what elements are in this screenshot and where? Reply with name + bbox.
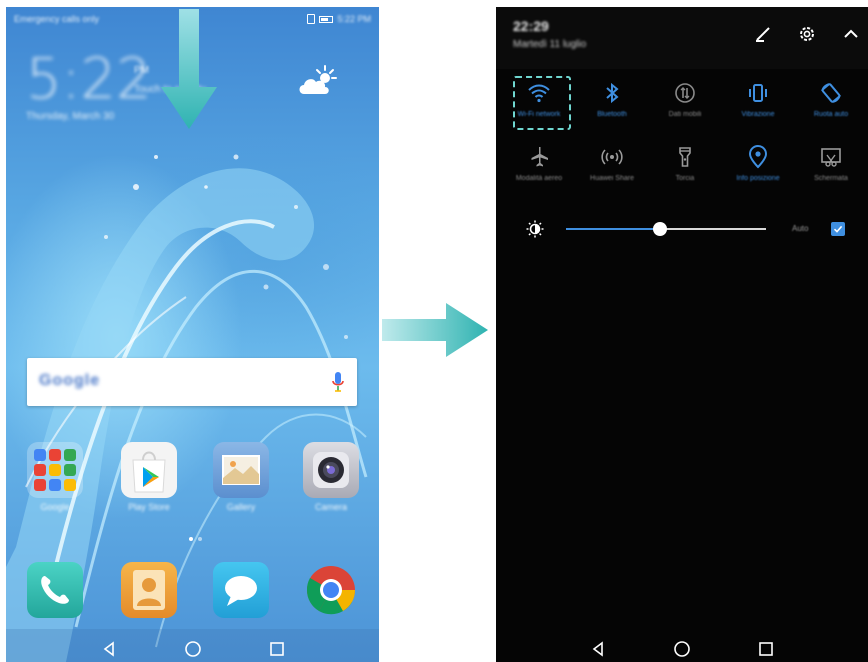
brightness-slider-thumb[interactable] [653, 222, 667, 236]
google-search-bar[interactable]: Google [27, 358, 357, 406]
carrier-text: Emergency calls only [14, 14, 100, 24]
recents-icon[interactable] [756, 639, 776, 659]
battery-icon [319, 15, 334, 23]
qs-label: Bluetooth [597, 111, 627, 118]
huawei-share-icon [601, 149, 623, 165]
back-icon[interactable] [588, 639, 608, 659]
contacts-icon [121, 562, 177, 618]
auto-brightness-checkbox[interactable] [831, 222, 845, 236]
brightness-slider[interactable] [566, 222, 766, 236]
notification-panel: 22:29 Martedì 11 luglio Wi-Fi network Bl… [496, 7, 868, 662]
recents-icon[interactable] [267, 639, 287, 659]
page-dot-active [189, 537, 193, 541]
mic-icon[interactable] [331, 370, 345, 394]
location-icon [748, 145, 768, 169]
transition-arrow [382, 303, 488, 357]
qs-tile-screenshot[interactable]: Schermata [794, 141, 868, 205]
sim-icon [307, 14, 316, 24]
phone-icon [27, 562, 83, 618]
qs-tile-mobile-data[interactable]: Dati mobili [648, 77, 722, 141]
qs-tile-auto-rotate[interactable]: Ruota auto [794, 77, 868, 141]
qs-label: Schermata [814, 175, 848, 182]
checkmark-icon [833, 225, 843, 233]
quick-settings-row: Modalità aereo Huawei Share Torcia Info … [496, 141, 868, 205]
header-date: Martedì 11 luglio [513, 39, 587, 50]
qs-label: Dati mobili [668, 111, 702, 118]
app-google-folder[interactable]: Google [27, 442, 83, 522]
partly-cloudy-icon[interactable] [298, 64, 338, 96]
messaging-icon [213, 562, 269, 618]
qs-label: Vibrazione [741, 111, 775, 118]
wifi-tile-highlight [513, 76, 571, 130]
swipe-down-arrow [161, 9, 217, 129]
qs-tile-vibration[interactable]: Vibrazione [721, 77, 795, 141]
qs-label: Ruota auto [813, 111, 849, 118]
flashlight-icon [679, 147, 691, 167]
page-dot [198, 537, 202, 541]
brightness-slider-fill [566, 228, 660, 230]
header-time: 22:29 [513, 18, 549, 34]
edit-icon[interactable] [752, 23, 774, 45]
home-screen: Emergency calls only 5:22 PM 5:22 PM Tou… [6, 7, 379, 662]
app-label: Google [40, 502, 70, 512]
back-icon[interactable] [99, 639, 119, 659]
mobile-data-icon [675, 83, 695, 103]
page-indicator [189, 537, 202, 541]
airplane-icon [531, 147, 548, 167]
brightness-icon [526, 220, 544, 238]
qs-tile-location[interactable]: Info posizione [721, 141, 795, 205]
qs-label: Huawei Share [590, 175, 634, 182]
chrome-icon [303, 562, 359, 618]
settings-gear-icon[interactable] [796, 23, 818, 45]
app-gallery[interactable]: Gallery [213, 442, 269, 522]
brightness-control: Auto [496, 214, 868, 244]
bluetooth-icon [606, 82, 619, 104]
app-label: Gallery [226, 502, 256, 512]
play-store-icon [121, 442, 177, 498]
qs-tile-huawei-share[interactable]: Huawei Share [575, 141, 649, 205]
gallery-icon [213, 442, 269, 498]
home-icon[interactable] [183, 639, 203, 659]
clock-date: Thursday, March 30 [26, 111, 115, 122]
clock-ampm: PM [134, 65, 149, 76]
navigation-bar [6, 629, 379, 662]
clock-time[interactable]: 5:22 [26, 47, 152, 112]
folder-icon [27, 442, 83, 498]
status-time: 5:22 PM [337, 14, 371, 24]
auto-rotate-icon [821, 83, 841, 103]
screenshot-icon [821, 148, 841, 167]
qs-label: Torcia [675, 175, 695, 182]
app-play-store[interactable]: Play Store [121, 442, 177, 522]
qs-tile-airplane[interactable]: Modalità aereo [502, 141, 576, 205]
qs-tile-flashlight[interactable]: Torcia [648, 141, 722, 205]
google-logo: Google [39, 372, 101, 389]
vibration-icon [749, 84, 767, 102]
app-label: Play Store [128, 502, 170, 512]
app-camera[interactable]: Camera [303, 442, 359, 522]
home-icon[interactable] [672, 639, 692, 659]
navigation-bar [496, 629, 868, 662]
auto-brightness-label: Auto [792, 224, 809, 233]
qs-tile-bluetooth[interactable]: Bluetooth [575, 77, 649, 141]
chevron-up-icon[interactable] [840, 23, 862, 45]
qs-label: Modalità aereo [515, 175, 563, 182]
qs-label: Info posizione [736, 175, 780, 182]
camera-icon [303, 442, 359, 498]
app-row: Google Play Store Gallery Camera [6, 442, 379, 522]
app-label: Camera [314, 502, 347, 512]
panel-header: 22:29 Martedì 11 luglio [496, 7, 868, 69]
